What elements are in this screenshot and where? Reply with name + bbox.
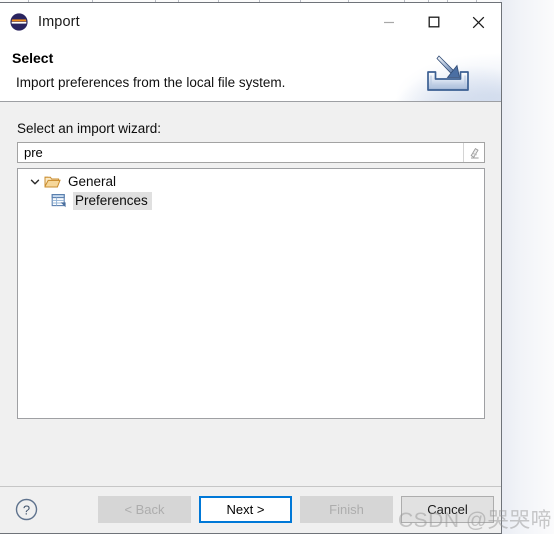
tree-item-general[interactable]: General [18, 172, 484, 191]
wizard-filter-field[interactable] [17, 142, 485, 163]
search-input[interactable] [18, 143, 463, 162]
dialog-body: Select an import wizard: pre General Pre… [0, 102, 501, 486]
dialog-button-bar: < Back Next > Finish Cancel [98, 496, 494, 523]
dialog-footer: ? < Back Next > Finish Cancel [0, 486, 501, 533]
import-wizard-tree[interactable]: General Preferences [17, 168, 485, 419]
dialog-titlebar[interactable]: Import [0, 3, 501, 41]
chevron-down-icon[interactable] [18, 177, 44, 187]
eraser-clear-icon[interactable] [463, 143, 484, 162]
svg-text:?: ? [23, 502, 30, 517]
cancel-button[interactable]: Cancel [401, 496, 494, 523]
close-button[interactable] [456, 3, 501, 41]
back-button[interactable]: < Back [98, 496, 191, 523]
window-controls [366, 3, 501, 41]
background-window[interactable] [500, 0, 554, 534]
import-dialog: Import Select Import preferences from th… [0, 2, 502, 534]
import-tray-arrow-icon [419, 52, 477, 94]
minimize-button[interactable] [366, 3, 411, 41]
help-question-icon[interactable]: ? [15, 498, 38, 521]
tree-item-preferences[interactable]: Preferences [18, 191, 484, 210]
maximize-button[interactable] [411, 3, 456, 41]
finish-button[interactable]: Finish [300, 496, 393, 523]
wizard-banner: Select Import preferences from the local… [0, 41, 501, 102]
banner-title: Select [12, 50, 54, 66]
banner-description: Import preferences from the local file s… [16, 75, 286, 90]
tree-item-label: General [68, 173, 117, 189]
open-folder-icon [44, 174, 62, 190]
dialog-title: Import [38, 14, 80, 30]
next-button[interactable]: Next > [199, 496, 292, 523]
preferences-table-icon [51, 193, 69, 209]
eclipse-logo-icon [10, 13, 28, 31]
wizard-select-label: Select an import wizard: [17, 121, 162, 136]
tree-item-label: Preferences [73, 191, 152, 210]
